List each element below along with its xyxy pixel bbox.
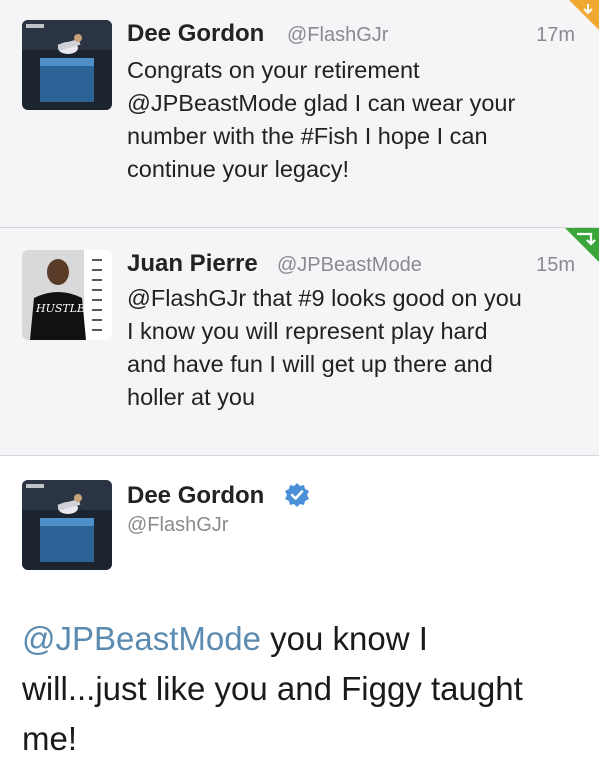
- avatar-image: [22, 250, 112, 340]
- retweet-corner-orange-icon: [569, 0, 599, 30]
- tweet-text-fragment: you know I: [260, 620, 428, 657]
- tweet-text-line: me!: [22, 720, 78, 757]
- author-name[interactable]: Juan Pierre: [127, 250, 258, 278]
- tweet-text-line: I know you will represent play hard: [127, 318, 488, 344]
- avatar-image: [22, 480, 112, 570]
- tweet-text-line: number with the #Fish I hope I can: [127, 123, 488, 149]
- tweet-text-line: continue your legacy!: [127, 156, 350, 182]
- tweet-text-line: @FlashGJr that #9 looks good on you: [127, 285, 522, 311]
- mention-link[interactable]: @JPBeastMode: [22, 620, 261, 657]
- author-handle[interactable]: @JPBeastMode: [277, 254, 422, 277]
- tweet-text-line: will...just like you and Figgy taught: [22, 670, 523, 707]
- tweet-detail: Dee Gordon @FlashGJr @JPBeastMode you kn…: [0, 456, 599, 768]
- author-name[interactable]: Dee Gordon: [127, 20, 264, 48]
- tweet-text-line: Congrats on your retirement: [127, 57, 420, 83]
- verified-badge-icon: [285, 483, 309, 507]
- author-handle[interactable]: @FlashGJr: [127, 514, 228, 537]
- avatar-dee-gordon[interactable]: [22, 480, 112, 570]
- tweet-text-line: and have fun I will get up there and: [127, 351, 493, 377]
- author-name[interactable]: Dee Gordon: [127, 482, 264, 510]
- tweet-text-large: @JPBeastMode you know I will...just like…: [22, 614, 582, 764]
- tweet-text-line: @JPBeastMode you know I: [22, 614, 582, 664]
- author-handle[interactable]: @FlashGJr: [287, 24, 388, 47]
- tweet-text: Congrats on your retirement @JPBeastMode…: [127, 54, 577, 186]
- avatar-dee-gordon[interactable]: [22, 20, 112, 110]
- retweet-corner-green-icon: [565, 228, 599, 262]
- avatar-image: [22, 20, 112, 110]
- avatar-shirt-text: HUSTLE: [36, 302, 86, 315]
- tweet-text-line: @JPBeastMode glad I can wear your: [127, 90, 516, 116]
- tweet-text-line: holler at you: [127, 384, 256, 410]
- tweet-card[interactable]: HUSTLE Juan Pierre @JPBeastMode 15m @Fla…: [0, 228, 599, 456]
- tweet-card[interactable]: Dee Gordon @FlashGJr 17m Congrats on you…: [0, 0, 599, 228]
- avatar-juan-pierre[interactable]: HUSTLE: [22, 250, 112, 340]
- tweet-text: @FlashGJr that #9 looks good on you I kn…: [127, 282, 577, 414]
